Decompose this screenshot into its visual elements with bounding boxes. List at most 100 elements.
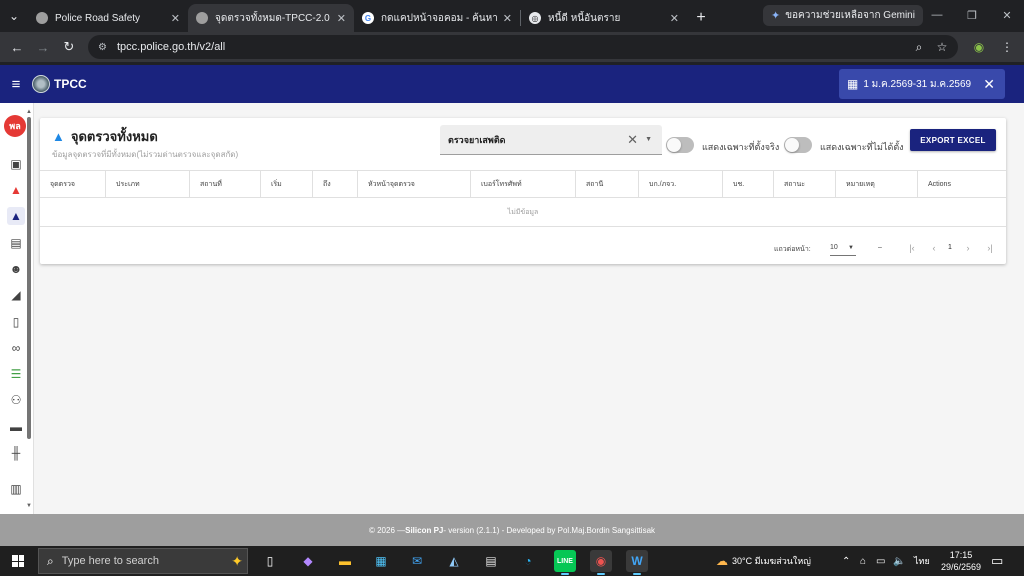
word-icon[interactable]: W <box>626 550 648 575</box>
checklist-icon[interactable]: ☰ <box>7 365 25 383</box>
checkpoint-type-select[interactable]: ตรวจยาเสพติด ✕ ▼ <box>440 125 662 155</box>
ticket-icon[interactable]: ▬ <box>7 418 25 436</box>
column-header[interactable]: ถึง <box>313 171 358 197</box>
browser-tab-police-road-safety[interactable]: Police Road Safety ✕ <box>28 4 188 32</box>
last-page-icon[interactable]: ›| <box>984 241 996 255</box>
chatgpt-icon: ◎ <box>529 12 541 24</box>
column-header[interactable]: จุดตรวจ <box>40 171 106 197</box>
toggle-not-set[interactable] <box>784 137 812 153</box>
date-range-chip[interactable]: ▦ 1 ม.ค.2569-31 ม.ค.2569 ✕ <box>839 69 1005 99</box>
more-menu-icon[interactable]: ⋮ <box>996 36 1018 58</box>
page-range-text: – <box>878 244 882 251</box>
traffic-cone-icon: ▲ <box>52 129 65 144</box>
reload-icon[interactable]: ↻ <box>56 34 82 60</box>
bottle-icon[interactable]: ▯ <box>7 313 25 331</box>
weather-widget[interactable]: ☁ 30°C มีเมฆส่วนใหญ่ <box>716 546 811 576</box>
clear-filter-icon[interactable]: ✕ <box>627 132 638 148</box>
traffic-cone-icon[interactable]: ▲ <box>7 181 25 199</box>
column-header[interactable]: บช. <box>723 171 774 197</box>
line-app-icon[interactable]: LINE <box>554 550 576 575</box>
extension-icon[interactable]: ◉ <box>968 36 990 58</box>
gemini-button[interactable]: ✦ ขอความช่วยเหลือจาก Gemini <box>763 5 923 26</box>
network-icon[interactable]: ⌂ <box>860 546 866 576</box>
rows-per-page-select[interactable]: 10 ▼ <box>830 240 856 256</box>
column-header[interactable]: หมายเหตุ <box>836 171 918 197</box>
browser-tab-tpcc[interactable]: จุดตรวจทั้งหมด-TPCC-2.0 ✕ <box>188 4 354 32</box>
road-barrier-icon[interactable]: ╫ <box>7 444 25 462</box>
copilot-icon[interactable]: ◆ <box>297 550 319 572</box>
close-tab-icon[interactable]: ✕ <box>503 12 512 25</box>
clear-date-icon[interactable]: ✕ <box>983 76 995 93</box>
tray-overflow-icon[interactable]: ⌃ <box>842 546 850 576</box>
battery-icon[interactable]: ▭ <box>876 546 885 576</box>
column-header[interactable]: หัวหน้าจุดตรวจ <box>358 171 471 197</box>
scroll-up-icon[interactable]: ▲ <box>26 109 32 115</box>
close-tab-icon[interactable]: ✕ <box>171 12 180 25</box>
zoom-icon[interactable]: ⌕ <box>908 36 930 58</box>
snipping-tool-icon[interactable]: ◭ <box>443 550 465 572</box>
volume-icon[interactable]: 🔈 <box>893 546 905 576</box>
column-header[interactable]: บก./ภจว. <box>639 171 723 197</box>
start-button[interactable] <box>0 546 36 576</box>
edge-icon[interactable]: ◔ <box>517 550 539 572</box>
browser-tabstrip: ⌄ Police Road Safety ✕ จุดตรวจทั้งหมด-TP… <box>0 0 1024 32</box>
site-settings-icon[interactable]: ⚙ <box>98 42 107 53</box>
first-page-icon[interactable]: |‹ <box>906 241 918 255</box>
forward-arrow-icon[interactable]: → <box>30 34 56 60</box>
report-icon[interactable]: ▥ <box>7 480 25 498</box>
toggle-actual-set[interactable] <box>666 137 694 153</box>
column-header[interactable]: เบอร์โทรศัพท์ <box>471 171 576 197</box>
avatar[interactable]: พล <box>4 115 26 137</box>
file-explorer-icon[interactable]: ▬ <box>334 550 356 572</box>
monitor-icon[interactable]: ▣ <box>7 155 25 173</box>
bookmark-star-icon[interactable]: ☆ <box>931 36 953 58</box>
browser-tab-google-search[interactable]: G กดแคปหน้าจอคอม - ค้นหาด้วย Google ✕ <box>354 4 520 32</box>
side-navigation: พล ▣ ▲ ▲ ▤ ☻ ◢ ▯ ∞ ☰ ⚇ ▬ ╫ ▥ ▲ ▼ <box>0 103 34 514</box>
task-view-icon[interactable]: ▯ <box>259 550 281 572</box>
close-tab-icon[interactable]: ✕ <box>337 12 346 25</box>
scroll-down-icon[interactable]: ▼ <box>26 503 32 509</box>
language-indicator[interactable]: ไทย <box>914 546 930 576</box>
microsoft-store-icon[interactable]: ▦ <box>370 550 392 572</box>
current-page-number: 1 <box>948 244 952 251</box>
main-content: ▲ จุดตรวจทั้งหมด ข้อมูลจุดตรวจที่มีทั้งห… <box>34 103 1024 514</box>
page-footer: © 2026 — Silicon PJ - version (2.1.1) - … <box>0 514 1024 546</box>
table-empty-row: ไม่มีข้อมูล <box>40 198 1006 227</box>
sidenav-scrollbar[interactable] <box>27 117 31 439</box>
column-header[interactable]: สถานที่ <box>190 171 261 197</box>
taskbar-search-box[interactable]: ⌕ Type here to search ✦ <box>38 548 248 574</box>
column-header[interactable]: เริ่ม <box>261 171 313 197</box>
outlook-icon[interactable]: ✉ <box>406 550 428 572</box>
checkpoint-cone-icon[interactable]: ▲ <box>7 207 25 225</box>
close-tab-icon[interactable]: ✕ <box>670 12 679 25</box>
new-tab-icon[interactable]: + <box>687 4 715 32</box>
notification-icon[interactable]: ▭ <box>991 553 1003 569</box>
handcuffs-icon[interactable]: ∞ <box>7 339 25 357</box>
group-icon[interactable]: ☻ <box>7 260 25 278</box>
table-header: จุดตรวจ ประเภท สถานที่ เริ่ม ถึง หัวหน้า… <box>40 170 1006 198</box>
hamburger-menu-icon[interactable]: ≡ <box>0 76 32 93</box>
restore-icon[interactable]: ❐ <box>955 0 989 30</box>
column-header[interactable]: ประเภท <box>106 171 190 197</box>
person-add-icon[interactable]: ⚇ <box>7 391 25 409</box>
chrome-icon[interactable]: ◉ <box>590 550 612 575</box>
system-clock[interactable]: 17:15 29/6/2569 <box>936 549 986 573</box>
cctv-icon[interactable]: ◢ <box>7 286 25 304</box>
export-excel-button[interactable]: EXPORT EXCEL <box>910 129 996 151</box>
window-close-icon[interactable]: ✕ <box>990 0 1024 30</box>
document-icon[interactable]: ▤ <box>7 234 25 252</box>
back-arrow-icon[interactable]: ← <box>4 34 30 60</box>
column-header[interactable]: สถานี <box>576 171 639 197</box>
police-badge-icon <box>36 12 48 24</box>
browser-toolbar: ← → ↻ ⚙ tpcc.police.go.th/v2/all ⌕ ☆ ◉ ⋮ <box>0 32 1024 62</box>
address-bar[interactable]: ⚙ tpcc.police.go.th/v2/all <box>88 35 958 59</box>
column-header[interactable]: สถานะ <box>774 171 836 197</box>
tab-search-chevron-icon[interactable]: ⌄ <box>0 0 28 32</box>
browser-tab-chatgpt[interactable]: ◎ หนี้ดี หนี้อันตราย ✕ <box>521 4 687 32</box>
previous-page-icon[interactable]: ‹ <box>928 241 940 255</box>
dropdown-caret-icon[interactable]: ▼ <box>645 136 652 143</box>
minimize-icon[interactable]: — <box>920 0 954 30</box>
tpcc-logo <box>32 75 50 93</box>
calculator-icon[interactable]: ▤ <box>480 550 502 572</box>
next-page-icon[interactable]: › <box>962 241 974 255</box>
